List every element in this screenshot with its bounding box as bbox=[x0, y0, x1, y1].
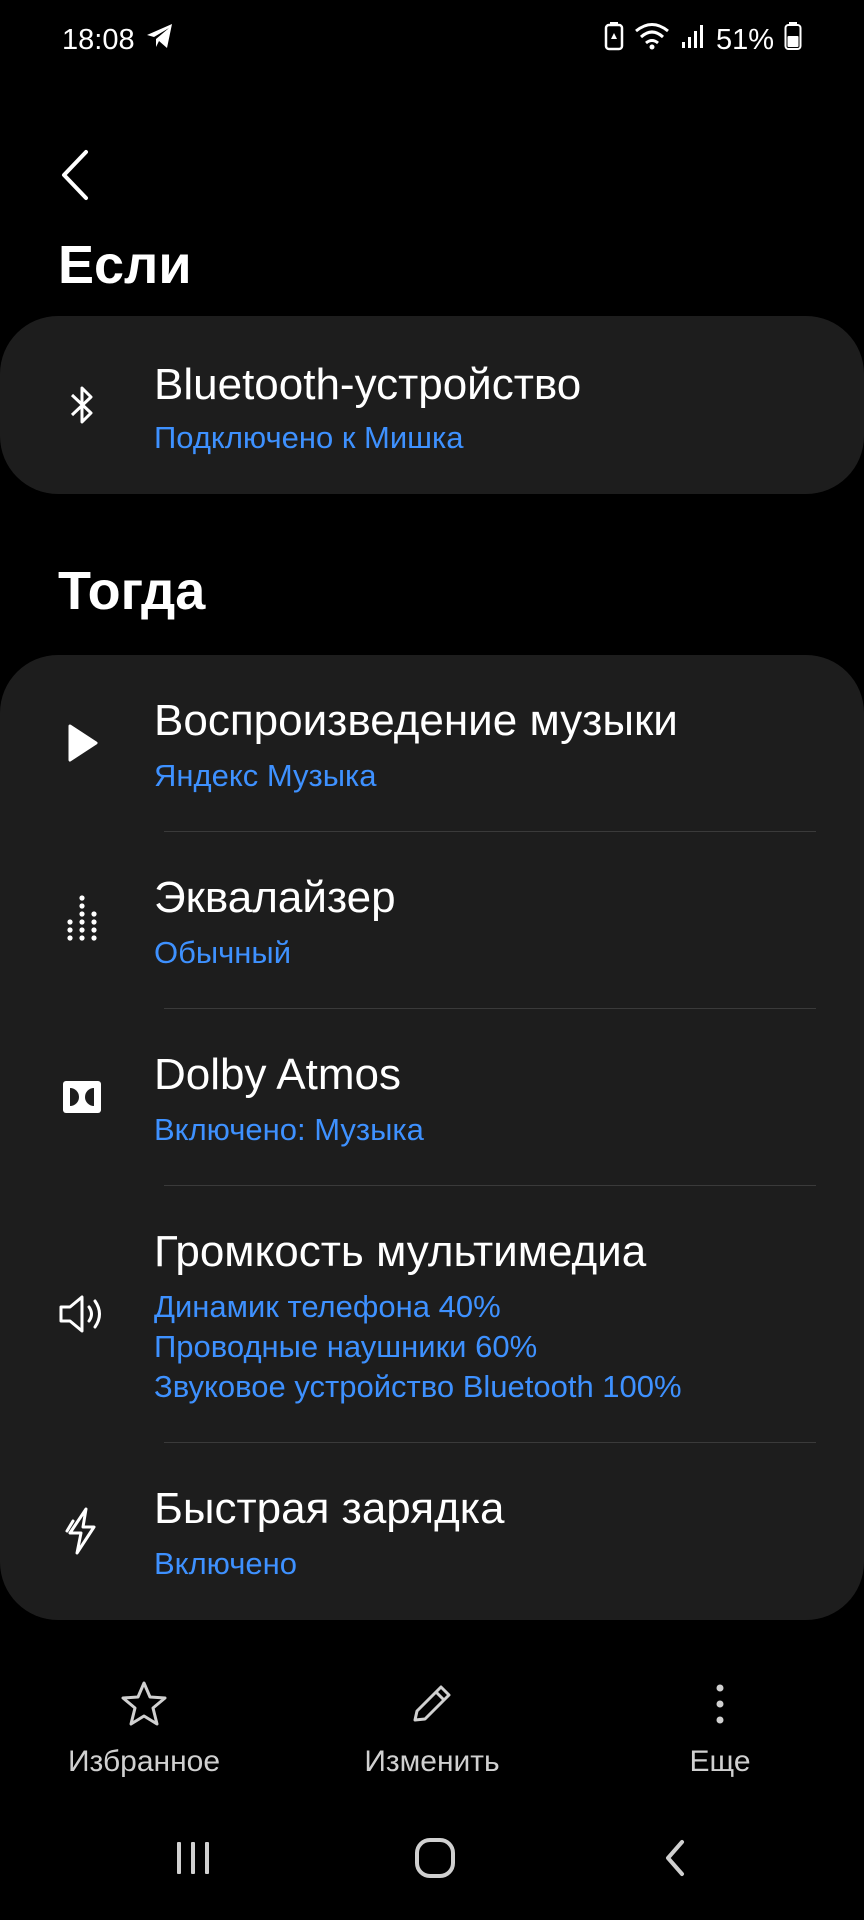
star-icon bbox=[119, 1680, 169, 1733]
battery-saver-icon bbox=[604, 21, 624, 59]
row-subtitle: Обычный bbox=[154, 935, 292, 970]
if-card: Bluetooth-устройство Подключено к Мишка bbox=[0, 316, 864, 494]
row-title: Воспроизведение музыки bbox=[154, 696, 678, 745]
dolby-icon bbox=[58, 1073, 106, 1121]
row-subtitle-line: Динамик телефона 40% bbox=[154, 1289, 501, 1324]
system-back-button[interactable] bbox=[615, 1820, 735, 1900]
section-label-if: Если bbox=[58, 235, 192, 284]
section-label-then: Тогда bbox=[58, 561, 206, 621]
bluetooth-icon bbox=[58, 381, 106, 429]
favorite-label: Избранное bbox=[67, 1745, 221, 1778]
row-title: Громкость мультимедиа bbox=[154, 1227, 647, 1276]
back-button[interactable] bbox=[50, 142, 100, 212]
volume-icon bbox=[58, 1290, 106, 1338]
telegram-icon bbox=[145, 22, 175, 58]
row-subtitle-line: Звуковое устройство Bluetooth 100% bbox=[154, 1369, 682, 1404]
bottom-action-bar: Избранное Изменить Еще bbox=[0, 1680, 864, 1790]
battery-percent: 51% bbox=[715, 23, 774, 56]
more-button[interactable]: Еще bbox=[600, 1680, 840, 1779]
action-media-volume[interactable]: Громкость мультимедиа Динамик телефона 4… bbox=[0, 1186, 864, 1442]
edit-button[interactable]: Изменить bbox=[312, 1680, 552, 1779]
home-button[interactable] bbox=[375, 1820, 495, 1900]
recent-apps-button[interactable] bbox=[133, 1820, 253, 1900]
equalizer-icon bbox=[58, 894, 106, 942]
action-dolby-atmos[interactable]: Dolby Atmos Включено: Музыка bbox=[0, 1009, 864, 1185]
status-bar: 18:08 51% bbox=[0, 0, 864, 80]
status-time: 18:08 bbox=[62, 23, 135, 56]
row-title: Dolby Atmos bbox=[154, 1050, 401, 1099]
wifi-icon bbox=[634, 21, 670, 59]
favorite-button[interactable]: Избранное bbox=[24, 1680, 264, 1779]
back-arrow-icon bbox=[660, 1838, 690, 1883]
play-icon bbox=[58, 719, 106, 767]
more-vertical-icon bbox=[695, 1680, 745, 1733]
row-subtitle: Яндекс Музыка bbox=[154, 758, 377, 793]
row-title: Эквалайзер bbox=[154, 873, 396, 922]
edit-label: Изменить bbox=[364, 1745, 500, 1778]
row-title: Быстрая зарядка bbox=[154, 1484, 505, 1533]
flash-icon bbox=[58, 1507, 106, 1555]
action-music-playback[interactable]: Воспроизведение музыки Яндекс Музыка bbox=[0, 655, 864, 831]
pencil-icon bbox=[407, 1680, 457, 1733]
more-label: Еще bbox=[689, 1745, 751, 1778]
recents-icon bbox=[173, 1838, 213, 1883]
row-subtitle: Подключено к Мишка bbox=[154, 420, 464, 455]
row-subtitle: Включено: Музыка bbox=[154, 1112, 424, 1147]
row-title: Bluetooth-устройство bbox=[154, 360, 582, 409]
battery-icon bbox=[784, 21, 802, 59]
home-icon bbox=[413, 1836, 457, 1885]
row-subtitle: Включено bbox=[154, 1546, 297, 1581]
then-card: Воспроизведение музыки Яндекс Музыка Экв… bbox=[0, 655, 864, 1620]
condition-bluetooth-device[interactable]: Bluetooth-устройство Подключено к Мишка bbox=[0, 316, 864, 494]
row-subtitle-line: Проводные наушники 60% bbox=[154, 1329, 538, 1364]
action-fast-charging[interactable]: Быстрая зарядка Включено bbox=[0, 1443, 864, 1619]
action-equalizer[interactable]: Эквалайзер Обычный bbox=[0, 832, 864, 1008]
system-nav-bar bbox=[0, 1820, 864, 1900]
signal-icon bbox=[680, 22, 706, 58]
chevron-left-icon bbox=[60, 149, 90, 206]
